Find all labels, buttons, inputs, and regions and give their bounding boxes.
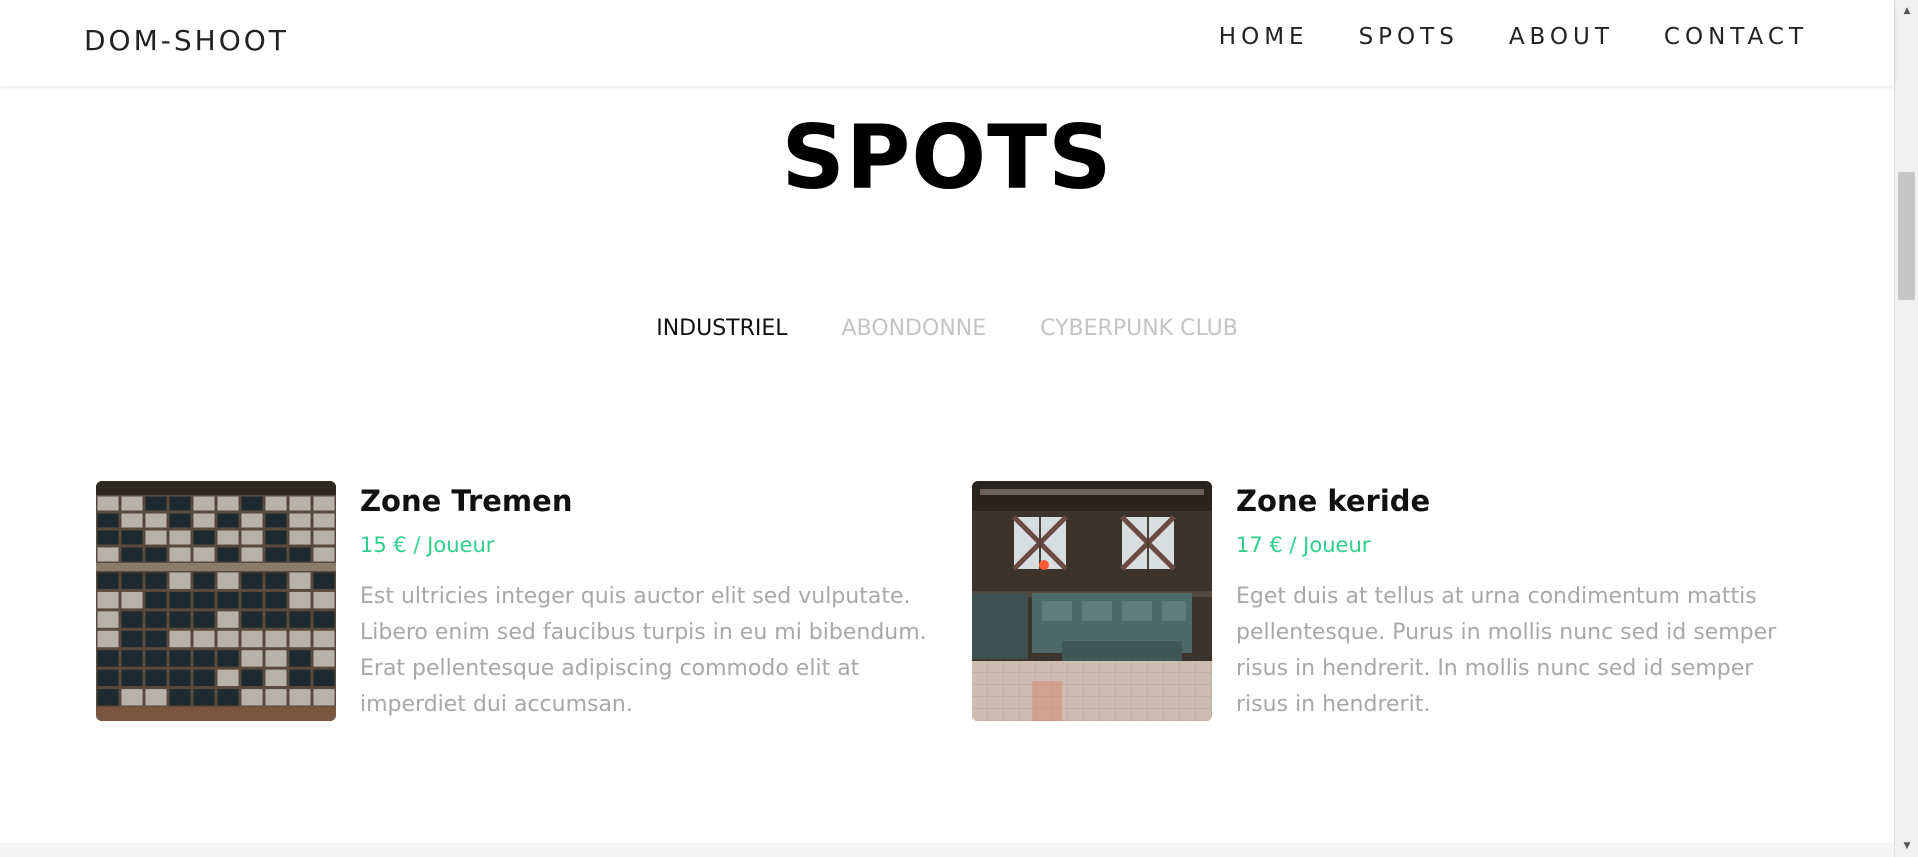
filter-industriel[interactable]: INDUSTRIEL: [656, 316, 787, 341]
spot-card[interactable]: Zone Tremen 15 € / Joueur Est ultricies …: [96, 481, 936, 721]
control-room-image: [972, 481, 1212, 721]
category-filters: INDUSTRIEL ABONDONNE CYBERPUNK CLUB: [0, 316, 1894, 341]
nav-contact-link[interactable]: CONTACT: [1664, 24, 1808, 50]
scroll-up-arrow-icon[interactable]: ▲: [1895, 2, 1918, 20]
filter-abondonne[interactable]: ABONDONNE: [842, 316, 987, 341]
nav-home-link[interactable]: HOME: [1219, 24, 1309, 50]
scroll-down-arrow-icon[interactable]: ▼: [1895, 837, 1918, 855]
vertical-scrollbar[interactable]: ▲ ▼: [1894, 0, 1918, 857]
page-title: SPOTS: [781, 106, 1113, 209]
brand-logo[interactable]: DOM-SHOOT: [84, 24, 289, 57]
spot-image[interactable]: [972, 481, 1212, 721]
main-nav: HOME SPOTS ABOUT CONTACT: [1219, 24, 1808, 50]
nav-spots-link[interactable]: SPOTS: [1359, 24, 1459, 50]
spot-price: 17 € / Joueur: [1236, 533, 1371, 557]
nav-about-link[interactable]: ABOUT: [1509, 24, 1614, 50]
spot-title[interactable]: Zone keride: [1236, 481, 1430, 521]
spot-image[interactable]: [96, 481, 336, 721]
next-section-edge: [0, 843, 1894, 857]
page: DOM-SHOOT HOME SPOTS ABOUT CONTACT SPOTS…: [0, 0, 1918, 857]
broken-windows-image: [96, 481, 336, 721]
filter-cyberpunk-club[interactable]: CYBERPUNK CLUB: [1040, 316, 1238, 341]
spot-card[interactable]: Zone keride 17 € / Joueur Eget duis at t…: [972, 481, 1812, 721]
navbar: DOM-SHOOT HOME SPOTS ABOUT CONTACT: [0, 0, 1894, 86]
spot-price: 15 € / Joueur: [360, 533, 495, 557]
scrollbar-thumb[interactable]: [1898, 172, 1915, 300]
spot-title[interactable]: Zone Tremen: [360, 481, 572, 521]
spot-description: Eget duis at tellus at urna condimentum …: [1236, 584, 1777, 717]
spot-description: Est ultricies integer quis auctor elit s…: [360, 584, 927, 717]
